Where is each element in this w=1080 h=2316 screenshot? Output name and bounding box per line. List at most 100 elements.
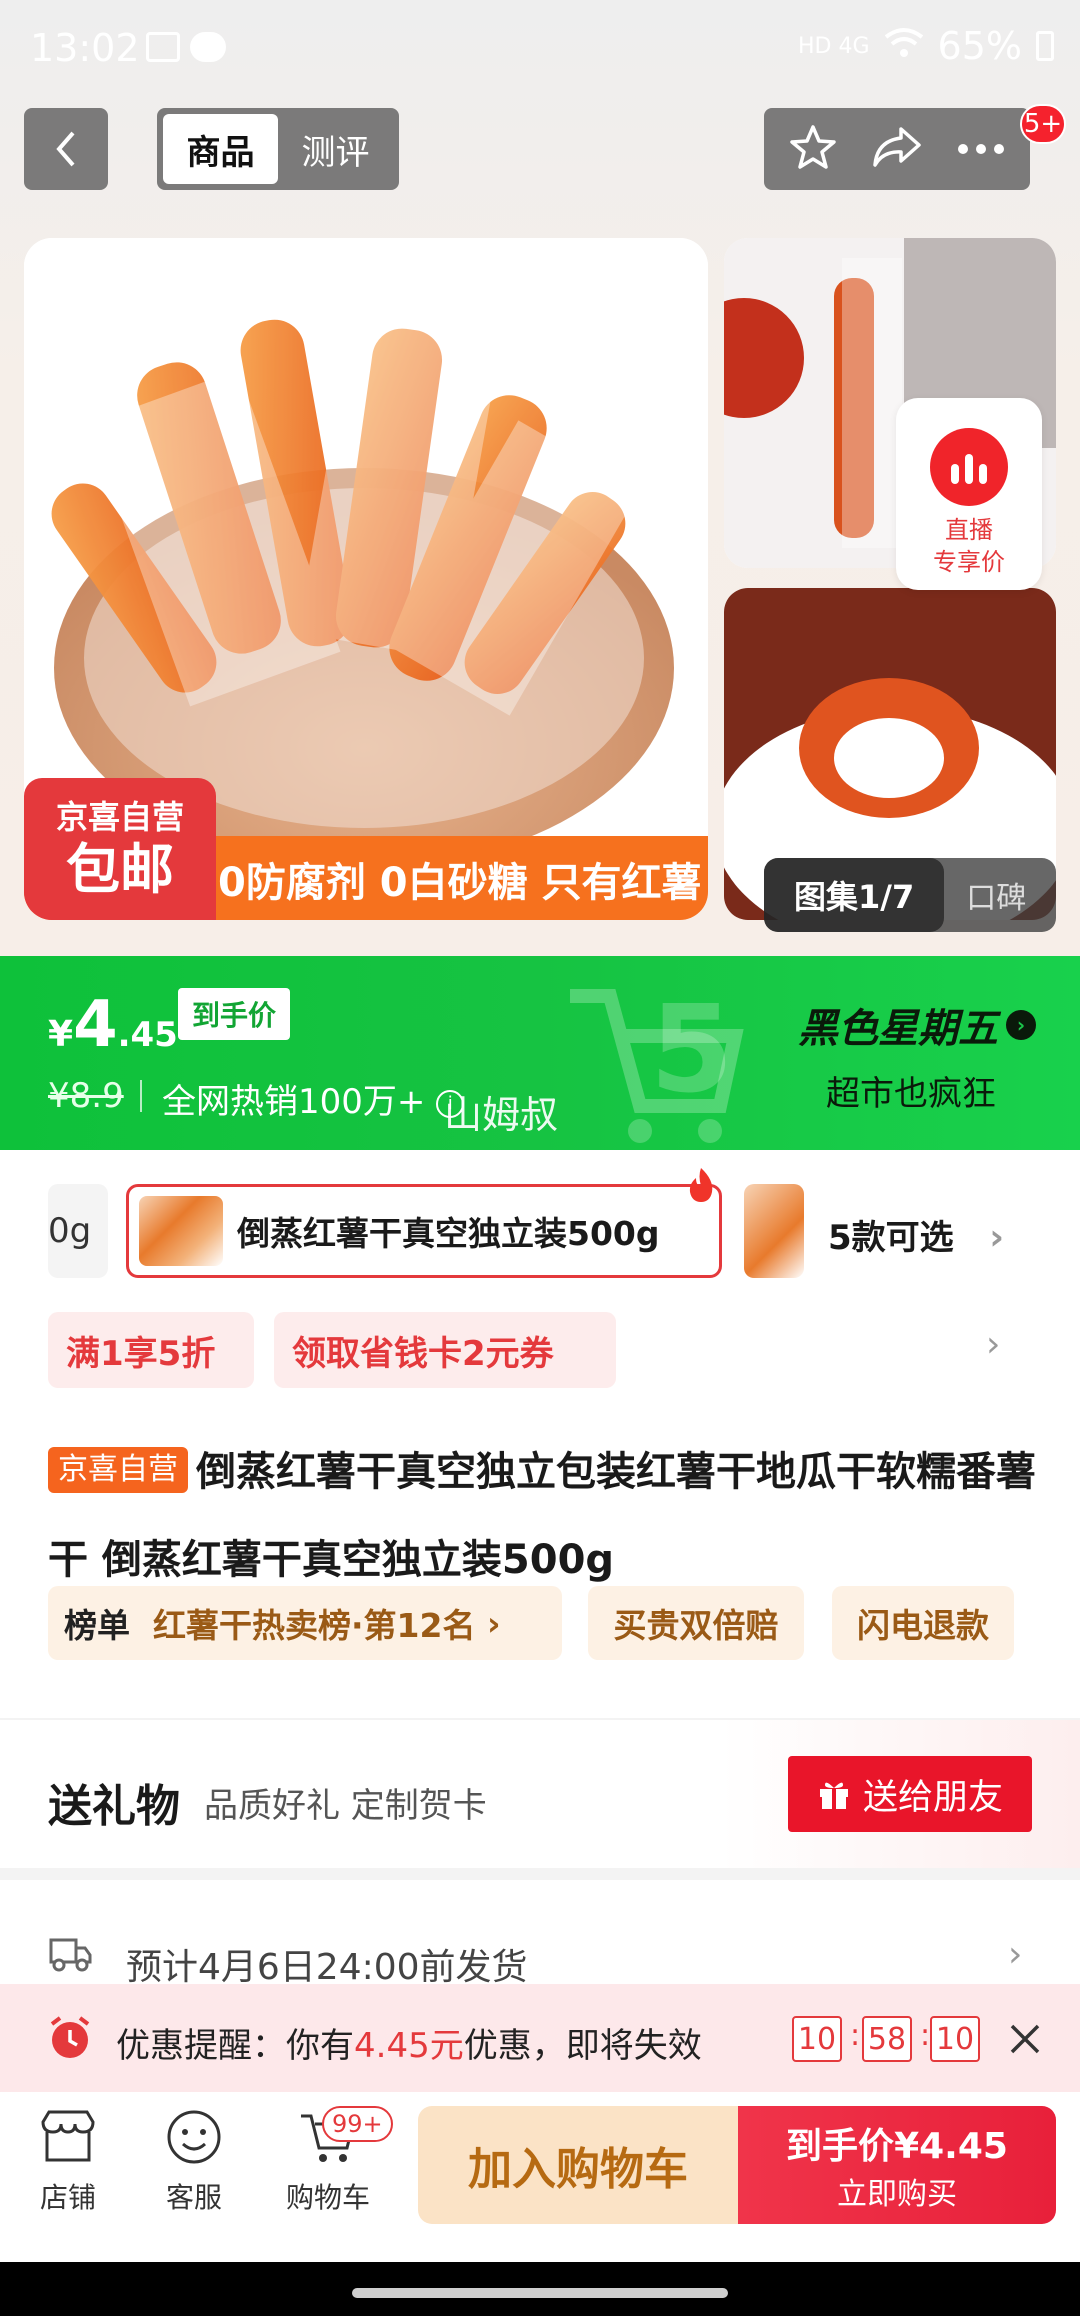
shipping-text: 预计4月6日24:00前发货: [126, 1947, 528, 1988]
message-badge: 5+: [1020, 104, 1066, 144]
chevron-right-icon: ›: [486, 1603, 501, 1643]
home-gesture-handle[interactable]: [352, 2288, 728, 2298]
cart-label: 购物车: [285, 2181, 370, 2214]
sku-option-previous[interactable]: 0g: [48, 1184, 108, 1278]
chevron-right-icon: ›: [1006, 1010, 1036, 1040]
close-icon[interactable]: [1008, 2022, 1042, 2056]
service-label: 客服: [165, 2181, 222, 2214]
product-title: 京喜自营 倒蒸红薯干真空独立包装红薯干地瓜干软糯番薯干 倒蒸红薯干真空独立装500…: [48, 1428, 1038, 1604]
countdown-minutes: 58: [862, 2016, 912, 2062]
chevron-left-icon: [56, 131, 75, 167]
gift-icon: [819, 1782, 848, 1809]
ranking-text: 红薯干热卖榜·第12名: [152, 1606, 476, 1645]
price-currency: ¥: [48, 1014, 74, 1055]
live-icon: [930, 428, 1008, 506]
customer-service-button[interactable]: 客服: [144, 2108, 244, 2216]
promo-chevron-icon[interactable]: ›: [986, 1324, 1000, 1365]
tab-review[interactable]: 测评: [278, 114, 393, 184]
reminder-text: 优惠提醒：你有4.45元优惠，即将失效: [116, 2018, 702, 2067]
sku-option-selected[interactable]: 倒蒸红薯干真空独立装500g: [126, 1184, 722, 1278]
gift-subtitle: 品质好礼 定制贺卡: [204, 1786, 487, 1826]
top-actions: [764, 108, 1030, 190]
sku-prev-text: 0g: [48, 1211, 92, 1251]
service-smiley-icon: [167, 2110, 221, 2164]
event-subtitle: 超市也疯狂: [826, 1074, 996, 1114]
brand-badge: 京喜自营 包邮: [24, 778, 216, 920]
buy-now-price-line: 到手价¥4.45: [786, 2117, 1008, 2169]
live-label-1: 直播: [945, 516, 993, 544]
send-gift-label: 送给朋友: [862, 1777, 1003, 1818]
fast-refund-chip[interactable]: 闪电退款: [832, 1586, 1014, 1660]
top-tabs: 商品 测评: [157, 108, 399, 190]
price-int: 4: [73, 988, 118, 1062]
countdown-seconds: 10: [930, 2016, 980, 2062]
sku-next-thumbnail: [744, 1184, 804, 1278]
gallery-switcher[interactable]: 图集1/7 口碑: [764, 858, 1056, 932]
watermark-text: 山姆叔: [444, 1093, 559, 1137]
status-time: 13:02: [30, 26, 140, 70]
ranking-label: 榜单: [64, 1606, 130, 1645]
reminder-suffix: 优惠，即将失效: [463, 2026, 702, 2066]
chevron-right-icon: ›: [989, 1217, 1005, 1258]
sales-value: 全网热销100万+: [162, 1082, 426, 1122]
shop-icon: [41, 2110, 95, 2162]
sku-thumbnail: [139, 1196, 223, 1266]
banner-slogan: 0防腐剂 0白砂糖 只有红薯: [218, 860, 702, 906]
countdown-colon: :: [920, 2018, 931, 2053]
sku-more-text: 5款可选: [828, 1218, 954, 1258]
reminder-amount: 4.45元: [354, 2026, 464, 2066]
promo-discount[interactable]: 满1享5折: [48, 1312, 254, 1388]
svg-text:5: 5: [650, 981, 734, 1120]
ranking-chip[interactable]: 榜单 红薯干热卖榜·第12名 ›: [48, 1586, 562, 1660]
live-entry[interactable]: 直播 专享价: [896, 398, 1042, 590]
product-title-text: 倒蒸红薯干真空独立包装红薯干地瓜干软糯番薯干 倒蒸红薯干真空独立装500g: [48, 1449, 1036, 1583]
buy-now-price: ¥4.45: [894, 2126, 1008, 2167]
shipping-chevron-icon: ›: [1008, 1934, 1023, 1975]
live-label-2: 专享价: [933, 548, 1005, 576]
battery-text: 65%: [937, 24, 1022, 68]
brand-line1: 京喜自营: [55, 798, 184, 836]
event-title[interactable]: 黑色星期五 ›: [798, 996, 1036, 1054]
wifi-icon: [884, 24, 924, 68]
buy-now-prefix: 到手价: [786, 2126, 895, 2167]
battery-icon: [1036, 31, 1054, 61]
gift-title: 送礼物: [48, 1781, 180, 1832]
price-dec: .45: [117, 1015, 178, 1055]
event-title-text: 黑色星期五: [798, 1006, 998, 1052]
gallery-counter[interactable]: 图集1/7: [764, 858, 945, 932]
final-price: ¥4.45: [48, 988, 178, 1062]
brand-line2: 包邮: [66, 838, 174, 901]
sku-option-next[interactable]: [744, 1184, 804, 1278]
network-indicator: HD 4G: [798, 33, 870, 59]
buy-now-button[interactable]: 到手价¥4.45 立即购买: [738, 2106, 1056, 2224]
self-operated-badge: 京喜自营: [48, 1447, 188, 1493]
more-dots-icon[interactable]: [957, 140, 1005, 159]
countdown-colon: :: [850, 2018, 861, 2053]
cart-count-badge: 99+: [322, 2106, 393, 2142]
sku-selected-label: 倒蒸红薯干真空独立装500g: [237, 1214, 660, 1253]
countdown-hours: 10: [792, 2016, 842, 2062]
reviews-tab[interactable]: 口碑: [944, 873, 1026, 917]
shop-label: 店铺: [39, 2181, 96, 2214]
final-price-tag: 到手价: [178, 988, 291, 1040]
reminder-prefix: 优惠提醒：你有: [116, 2026, 354, 2066]
add-to-cart-button[interactable]: 加入购物车: [418, 2106, 738, 2224]
truck-icon: [49, 1938, 92, 1972]
favorite-star-icon[interactable]: [789, 123, 837, 175]
status-bar: 13:02 HD 4G 65%: [0, 0, 1080, 96]
price-divider: [140, 1080, 142, 1112]
back-button[interactable]: [24, 108, 108, 190]
original-price: ¥8.9: [48, 1076, 124, 1116]
promo-coupon[interactable]: 领取省钱卡2元券: [274, 1312, 616, 1388]
buy-now-label: 立即购买: [837, 2177, 957, 2212]
gallery-notification-icon: [146, 32, 180, 62]
price-guarantee-chip[interactable]: 买贵双倍赔: [588, 1586, 804, 1660]
tab-product[interactable]: 商品: [163, 114, 278, 184]
hot-flame-icon: [689, 1168, 713, 1202]
sku-more-options[interactable]: 5款可选 ›: [828, 1210, 1004, 1259]
send-gift-button[interactable]: 送给朋友: [788, 1756, 1032, 1832]
shop-button[interactable]: 店铺: [18, 2108, 118, 2216]
share-icon[interactable]: [871, 125, 923, 173]
alarm-clock-icon: [50, 2016, 90, 2058]
chat-notification-icon: [190, 32, 226, 62]
